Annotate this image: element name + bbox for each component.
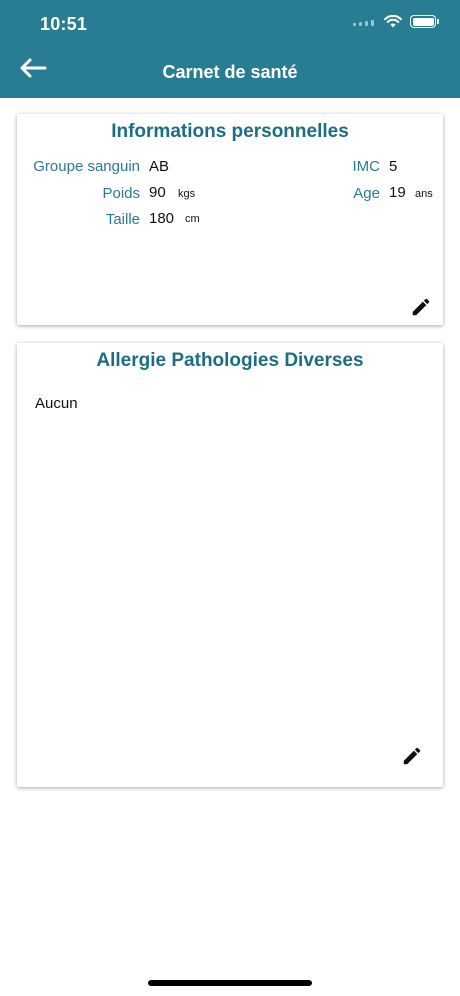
weight-value: 90 — [149, 184, 166, 201]
wifi-icon — [384, 15, 402, 28]
battery-icon — [410, 15, 439, 28]
pencil-icon — [403, 747, 421, 765]
bmi-value: 5 — [389, 158, 398, 175]
weight-unit: kgs — [178, 188, 196, 200]
blood-group-value: AB — [149, 158, 170, 175]
weight-label: Poids — [102, 185, 140, 202]
status-time: 10:51 — [40, 14, 88, 34]
home-indicator[interactable] — [148, 980, 312, 986]
page-title: Carnet de santé — [162, 62, 298, 82]
pencil-icon — [412, 298, 430, 316]
height-value: 180 — [149, 210, 175, 227]
status-icons — [353, 15, 439, 28]
allergy-content: Aucun — [35, 395, 78, 412]
allergy-title: Allergie Pathologies Diverses — [96, 350, 364, 371]
age-unit: ans — [415, 188, 433, 200]
blood-group-label: Groupe sanguin — [33, 158, 140, 175]
height-label: Taille — [105, 211, 140, 228]
bmi-label: IMC — [352, 158, 381, 175]
cellular-signal-icon — [353, 18, 374, 26]
age-value: 19 — [389, 184, 406, 201]
personal-info-title: Informations personnelles — [111, 121, 349, 142]
edit-personal-info-button[interactable] — [406, 292, 436, 322]
age-label: Age — [353, 185, 380, 202]
app-header: 10:51 Carnet de santé — [0, 0, 460, 98]
height-unit: cm — [185, 213, 200, 225]
edit-allergy-button[interactable] — [397, 741, 427, 771]
personal-info-card: Informations personnelles Groupe sanguin… — [17, 114, 443, 325]
allergy-card: Allergie Pathologies Diverses Aucun — [17, 343, 443, 787]
